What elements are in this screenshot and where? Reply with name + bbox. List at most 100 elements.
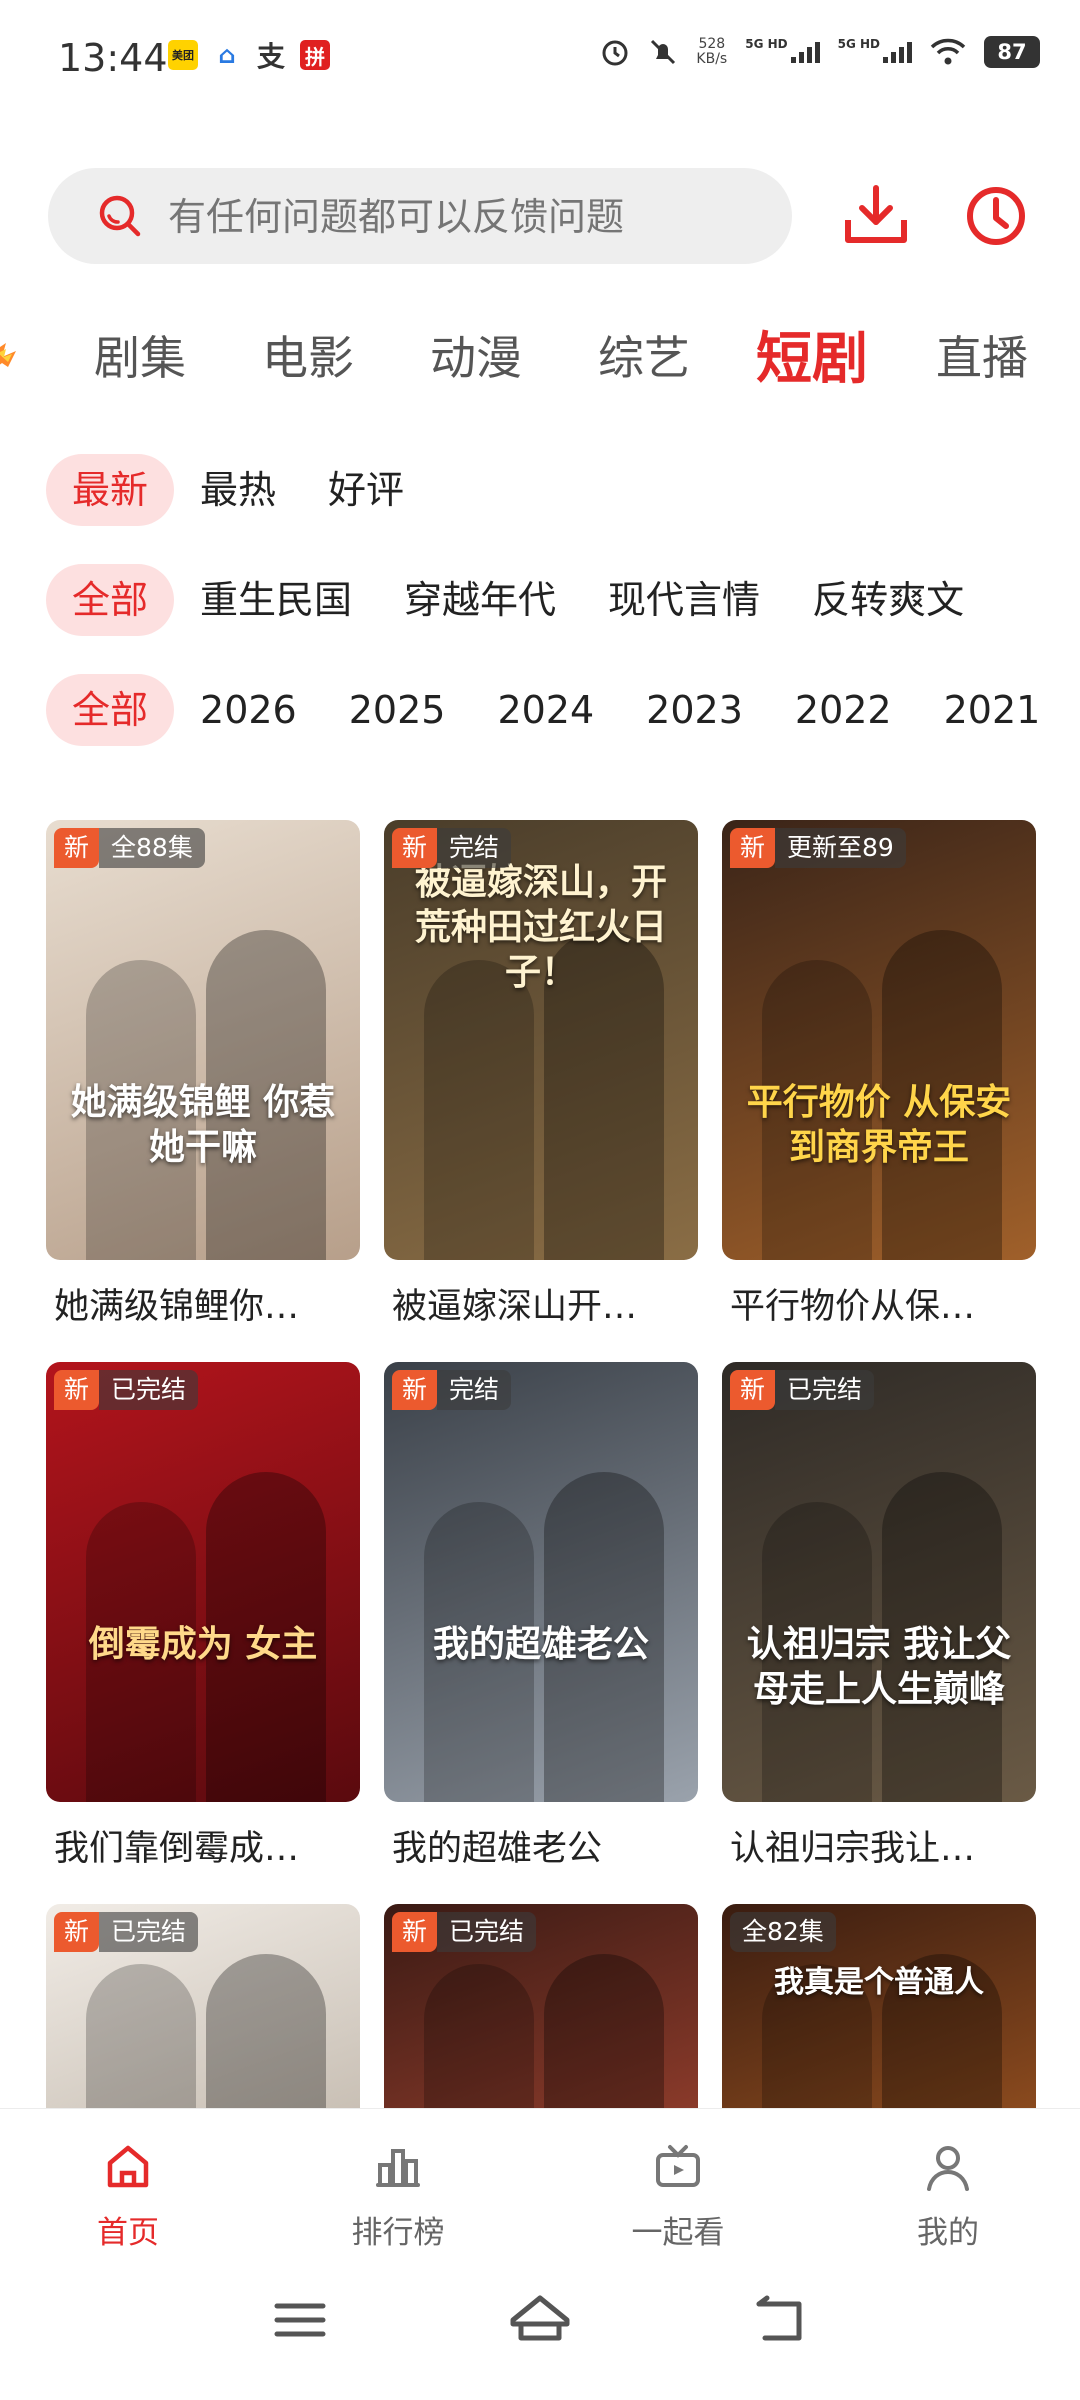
tab-anime[interactable]: 动漫 [430,322,522,388]
poster-figure [86,1964,196,2108]
poster-title-text: 她满级锦鲤 你惹她干嘛 [70,1081,336,1168]
card-title[interactable]: 我的超雄老公 [384,1820,682,1871]
filter-sort-latest[interactable]: 最新 [46,454,175,526]
filter-sort-hot[interactable]: 最热 [174,454,302,526]
poster-figure [424,960,534,1260]
card-badges: 新 已完结 [54,1912,199,1952]
badge-new: 新 [54,828,100,868]
drama-poster[interactable]: 新 已完结 [384,1904,698,2108]
card-badges: 新 全88集 [54,828,205,868]
drama-card[interactable]: 我的超雄老公 新 完结 我的超雄老公 [384,1362,698,1871]
drama-poster[interactable]: 被逼嫁深山，开荒种田过红火日子！ 新 完结 [384,820,698,1260]
drama-poster[interactable]: 我的超雄老公 新 完结 [384,1362,698,1802]
badge-status: 已完结 [775,1370,875,1410]
bottom-nav: 首页 排行榜 一起看 我的 [0,2108,1080,2252]
download-icon[interactable] [838,178,914,254]
nav-ranking[interactable]: 排行榜 [318,2139,478,2252]
back-icon[interactable] [745,2290,815,2350]
drama-card[interactable]: 新 已完结 [46,1904,360,2108]
card-title[interactable]: 认祖归宗我让… [722,1820,1020,1871]
signal-2: 5G HD [838,37,912,63]
search-input[interactable] [166,168,770,266]
card-badges: 新 已完结 [392,1912,537,1952]
filter-year-2022[interactable]: 2022 [769,674,918,746]
badge-new: 新 [730,828,776,868]
history-icon[interactable] [958,178,1034,254]
filter-genre-all[interactable]: 全部 [46,564,175,636]
badge-status: 全82集 [730,1912,836,1952]
filter-genre-rebirth[interactable]: 重生民国 [174,564,378,636]
fire-icon[interactable] [0,326,26,376]
net-speed-unit: KB/s [696,51,728,67]
tab-variety[interactable]: 综艺 [598,322,690,388]
search-bar[interactable] [48,168,792,266]
tab-movies[interactable]: 电影 [262,322,354,388]
status-time: 13:44 [58,36,168,80]
badge-status: 完结 [437,828,512,868]
drama-poster[interactable]: 认祖归宗 我让父母走上人生巅峰 新 已完结 [722,1362,1036,1802]
nav-profile-label: 我的 [917,2215,979,2251]
filter-year-2026[interactable]: 2026 [174,674,323,746]
tab-short-drama[interactable]: 短剧 [756,314,868,395]
menu-icon[interactable] [265,2290,335,2350]
drama-poster[interactable]: 倒霉成为 女主 新 已完结 [46,1362,360,1802]
nav-profile[interactable]: 我的 [868,2139,1028,2252]
card-title[interactable]: 被逼嫁深山开… [384,1278,682,1329]
card-badges: 新 更新至89 [730,828,906,868]
drama-card[interactable]: 她满级锦鲤 你惹她干嘛 新 全88集 她满级锦鲤你… [46,820,360,1329]
filter-genre-time-travel[interactable]: 穿越年代 [378,564,582,636]
card-title[interactable]: 平行物价从保… [722,1278,1020,1329]
badge-status: 更新至89 [775,828,906,868]
badge-new: 新 [54,1370,100,1410]
badge-new: 新 [392,1370,438,1410]
wifi-icon [930,38,966,65]
filter-genre-romance[interactable]: 现代言情 [582,564,786,636]
net-speed-value: 528 [698,36,726,52]
poster-figure [206,1954,326,2108]
nav-home[interactable]: 首页 [48,2139,208,2252]
filter-year-2023[interactable]: 2023 [620,674,769,746]
badge-new: 新 [54,1912,100,1952]
tab-live[interactable]: 直播 [936,322,1028,388]
card-badges: 全82集 [730,1912,836,1952]
signal-bars-icon [790,41,820,63]
drama-card[interactable]: 我真是个普通人 全82集 [722,1904,1036,2108]
poster-title-text: 认祖归宗 我让父母走上人生巅峰 [746,1623,1012,1710]
poster-title-text: 我的超雄老公 [432,1623,649,1665]
drama-poster[interactable]: 我真是个普通人 全82集 [722,1904,1036,2108]
notification-icons: 美团 ⌂ 支 拼 [168,40,330,73]
tab-episodes[interactable]: 剧集 [94,322,186,388]
filter-year-2024[interactable]: 2024 [471,674,620,746]
drama-poster[interactable]: 新 已完结 [46,1904,360,2108]
drama-card[interactable]: 倒霉成为 女主 新 已完结 我们靠倒霉成… [46,1362,360,1871]
filter-year-2021[interactable]: 2021 [918,674,1067,746]
badge-new: 新 [392,828,438,868]
poster-figure [424,1964,534,2108]
drama-card[interactable]: 新 已完结 [384,1904,698,2108]
badge-status: 已完结 [99,1912,199,1952]
drama-card[interactable]: 被逼嫁深山，开荒种田过红火日子！ 新 完结 被逼嫁深山开… [384,820,698,1329]
drama-poster[interactable]: 平行物价 从保安到商界帝王 新 更新至89 [722,820,1036,1260]
home-nav-icon[interactable] [505,2290,575,2350]
card-badges: 新 完结 [392,1370,512,1410]
home-icon [107,2145,149,2188]
card-title[interactable]: 她满级锦鲤你… [46,1278,344,1329]
badge-status: 已完结 [99,1370,199,1410]
card-title[interactable]: 我们靠倒霉成… [46,1820,344,1871]
filter-sort-rated[interactable]: 好评 [302,454,430,526]
badge-status: 已完结 [437,1912,537,1952]
filter-year-2025[interactable]: 2025 [323,674,472,746]
nav-watch-together[interactable]: 一起看 [598,2139,758,2252]
filter-genre-reversal[interactable]: 反转爽文 [786,564,990,636]
poster-title-text: 平行物价 从保安到商界帝王 [746,1081,1012,1168]
badge-new: 新 [392,1912,438,1952]
search-icon [99,195,141,237]
signal-label-1: 5G HD [745,37,788,51]
drama-card[interactable]: 认祖归宗 我让父母走上人生巅峰 新 已完结 认祖归宗我让… [722,1362,1036,1871]
drama-card[interactable]: 平行物价 从保安到商界帝王 新 更新至89 平行物价从保… [722,820,1036,1329]
badge-new: 新 [730,1370,776,1410]
system-indicators: 528 KB/s 5G HD 5G HD 87 [600,36,1040,68]
poster-title-text: 倒霉成为 女主 [88,1623,318,1665]
filter-year-all[interactable]: 全部 [46,674,175,746]
drama-poster[interactable]: 她满级锦鲤 你惹她干嘛 新 全88集 [46,820,360,1260]
